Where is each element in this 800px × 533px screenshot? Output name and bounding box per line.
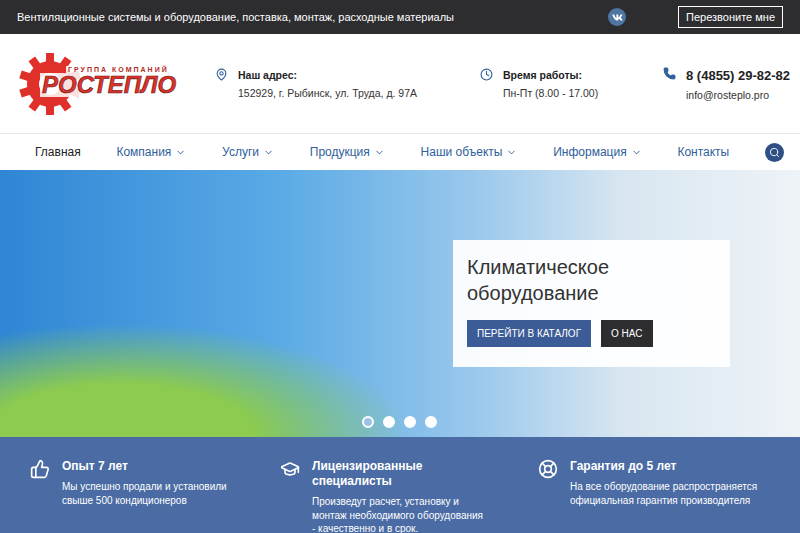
logo-caption: ГРУППА КОМПАНИЙ [66,66,171,73]
top-bar: Вентиляционные системы и оборудование, п… [0,0,800,34]
nav-item[interactable]: Главная [35,145,81,159]
feature-text: Произведут расчет, установку и монтаж не… [312,495,487,533]
phone-icon [663,67,676,80]
nav-item[interactable]: Услуги [222,145,274,159]
nav-item[interactable]: Продукция [310,145,385,159]
graduation-cap-icon [280,459,300,479]
main-nav: Главная Компания Услуги Продукция Наши объек… [0,133,800,170]
email[interactable]: info@rosteplo.pro [686,89,790,101]
slider-dot[interactable] [362,416,374,428]
chevron-down-icon [374,147,385,158]
contact-label: Наш адрес: [238,69,417,81]
contact-label: Время работы: [503,69,598,81]
feature: Опыт 7 лет Мы успешно продали и установил… [30,459,280,533]
phone-number[interactable]: 8 (4855) 29-82-82 [686,68,790,83]
feature-title: Опыт 7 лет [62,459,227,474]
callback-button[interactable]: Перезвоните мне [678,6,783,28]
nav-item[interactable]: Контакты [677,145,729,159]
feature-title: Лицензированные специалисты [312,459,487,489]
header: ГРУППА КОМПАНИЙРОСТЕПЛО Наш адрес: 152929,… [0,34,800,133]
tagline: Вентиляционные системы и оборудование, п… [17,11,608,23]
nav-item[interactable]: Компания [116,145,186,159]
feature-title: Гарантия до 5 лет [570,459,770,474]
page: Вентиляционные системы и оборудование, п… [0,0,800,533]
search-button[interactable] [765,143,784,162]
nav-item[interactable]: Информация [553,145,641,159]
feature-text: Мы успешно продали и установили свыше 50… [62,480,227,507]
chevron-down-icon [263,147,274,158]
clock-icon [480,68,493,81]
chevron-down-icon [631,147,642,158]
slider-dot[interactable] [404,416,416,428]
hero-card: Климатическое оборудование ПЕРЕЙТИ В КАТА… [453,240,730,367]
logo-name: РОСТЕПЛО [40,73,178,97]
hero-button[interactable]: О НАС [601,320,652,347]
nav-item[interactable]: Наши объекты [421,145,518,159]
thumbs-up-icon [30,459,50,479]
vk-icon[interactable] [608,8,626,26]
contact-value: 152929, г. Рыбинск, ул. Труда, д. 97А [238,87,417,99]
chevron-down-icon [506,147,517,158]
hero-slider: Климатическое оборудование ПЕРЕЙТИ В КАТА… [0,170,800,437]
chevron-down-icon [175,147,186,158]
hero-title: Климатическое оборудование [467,254,716,306]
feature: Лицензированные специалисты Произведут ра… [280,459,538,533]
slider-dot[interactable] [383,416,395,428]
lifebuoy-icon [538,459,558,479]
contact-value: Пн-Пт (8.00 - 17.00) [503,87,598,99]
search-icon [769,147,780,158]
phone-info: 8 (4855) 29-82-82info@rosteplo.pro [663,67,783,101]
feature: Гарантия до 5 лет На все оборудование рас… [538,459,788,533]
logo-text: ГРУППА КОМПАНИЙРОСТЕПЛО [40,66,178,97]
features-bar: Опыт 7 лет Мы успешно продали и установил… [0,437,800,533]
contact-info: Наш адрес: 152929, г. Рыбинск, ул. Труда,… [215,68,480,99]
feature-text: На все оборудование распространяется офи… [570,480,770,507]
slider-dot[interactable] [425,416,437,428]
slider-dots [362,416,437,428]
contact-info: Время работы: Пн-Пт (8.00 - 17.00) [480,68,663,99]
logo[interactable]: ГРУППА КОМПАНИЙРОСТЕПЛО [18,50,215,118]
map-pin-icon [215,68,228,81]
hero-button[interactable]: ПЕРЕЙТИ В КАТАЛОГ [467,320,591,347]
